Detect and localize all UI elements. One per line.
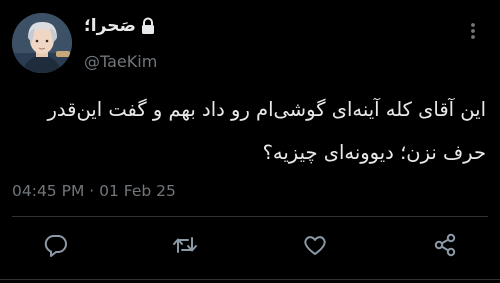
- meta-separator: ·: [89, 182, 95, 200]
- tweet-text: این آقای کله آینه‌ای گوشی‌ام رو داد بهم …: [12, 88, 486, 174]
- tweet-text-line: این آقای کله آینه‌ای گوشی‌ام رو داد بهم …: [47, 98, 486, 121]
- tweet-timestamp[interactable]: 04:45 PM · 01 Feb 25: [12, 181, 176, 201]
- avatar[interactable]: [12, 13, 72, 73]
- action-bar: [0, 231, 500, 261]
- bottom-divider: [0, 279, 500, 280]
- heart-icon: [304, 236, 326, 255]
- author-name-row[interactable]: صَحرا؛: [84, 14, 156, 38]
- tweet-date: 01 Feb 25: [99, 182, 176, 200]
- retweet-icon: [173, 237, 197, 253]
- share-button[interactable]: [431, 231, 459, 259]
- lock-icon: [140, 17, 156, 35]
- more-options-button[interactable]: [462, 18, 484, 44]
- tweet-text-line: حرف نزن؛ دیوونه‌ای چیزیه؟: [262, 141, 486, 164]
- author-handle[interactable]: @TaeKim: [84, 52, 157, 72]
- avatar-image: [12, 13, 72, 73]
- like-button[interactable]: [301, 231, 329, 259]
- reply-icon: [44, 234, 67, 257]
- divider: [12, 216, 488, 217]
- reply-button[interactable]: [42, 231, 70, 259]
- tweet-time: 04:45 PM: [12, 182, 85, 200]
- more-vertical-icon: [471, 23, 475, 39]
- retweet-button[interactable]: [171, 231, 199, 259]
- display-name[interactable]: صَحرا؛: [84, 15, 136, 37]
- share-icon: [434, 233, 456, 257]
